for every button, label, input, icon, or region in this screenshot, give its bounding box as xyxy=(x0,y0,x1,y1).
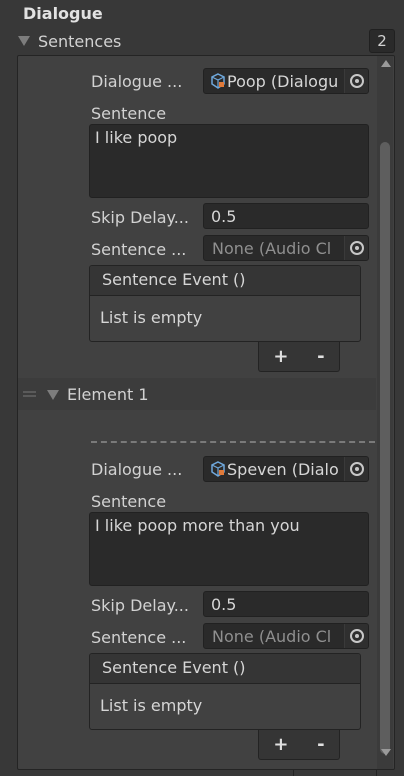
add-event-button[interactable]: + xyxy=(273,346,288,367)
sentence-event-header: Sentence Event () xyxy=(90,654,360,684)
sentence-audio-field[interactable]: None (Audio Cl xyxy=(203,623,369,649)
dialogue-object-value: Speven (Dialo xyxy=(227,459,339,479)
event-list-empty-text: List is empty xyxy=(100,308,203,327)
sentence-label: Sentence xyxy=(91,492,167,511)
add-event-button[interactable]: + xyxy=(273,734,288,755)
sentence-textarea[interactable]: I like poop xyxy=(89,124,369,198)
dialogue-field-label: Dialogue ... xyxy=(91,460,183,479)
sentence-label: Sentence xyxy=(91,104,167,123)
dialogue-object-field[interactable]: Speven (Dialo xyxy=(203,456,369,482)
foldout-triangle-icon[interactable] xyxy=(47,390,59,400)
object-picker-button[interactable] xyxy=(344,69,368,93)
event-list-empty-text: List is empty xyxy=(100,696,203,715)
sentence-event-box: Sentence Event () List is empty xyxy=(89,653,361,730)
event-add-remove-bar: + - xyxy=(258,342,340,372)
sentence-audio-value: None (Audio Cl xyxy=(212,626,332,646)
element-1-label: Element 1 xyxy=(67,385,149,404)
list-footer-edge xyxy=(293,770,377,776)
sentence-audio-value: None (Audio Cl xyxy=(212,238,332,258)
scroll-up-arrow-icon[interactable] xyxy=(381,60,391,67)
object-picker-icon xyxy=(349,629,364,643)
dialogue-field-label: Dialogue ... xyxy=(91,72,183,91)
remove-event-button[interactable]: - xyxy=(317,734,324,755)
scrollbar-thumb[interactable] xyxy=(380,142,390,754)
sentence-audio-label: Sentence ... xyxy=(91,240,187,259)
sentence-audio-label: Sentence ... xyxy=(91,628,187,647)
vertical-scrollbar[interactable] xyxy=(377,56,393,769)
scriptable-object-icon xyxy=(209,461,227,477)
skip-delay-label: Skip Delay... xyxy=(91,208,189,227)
object-picker-icon xyxy=(349,241,364,255)
sentences-label: Sentences xyxy=(38,31,122,51)
object-picker-button[interactable] xyxy=(344,457,368,481)
sentences-foldout[interactable]: Sentences xyxy=(18,30,121,52)
array-size-field[interactable]: 2 xyxy=(369,29,395,53)
element-1-header[interactable]: Element 1 xyxy=(18,378,376,410)
dialogue-object-value: Poop (Dialogu xyxy=(227,71,339,91)
sentence-event-header: Sentence Event () xyxy=(90,266,360,296)
separator-line xyxy=(91,441,375,443)
sentence-event-box: Sentence Event () List is empty xyxy=(89,265,361,342)
scroll-down-arrow-icon[interactable] xyxy=(381,749,391,756)
drag-handle-icon[interactable] xyxy=(23,391,36,397)
object-picker-icon xyxy=(349,462,364,476)
dialogue-object-field[interactable]: Poop (Dialogu xyxy=(203,68,369,94)
skip-delay-field[interactable]: 0.5 xyxy=(203,591,369,617)
event-add-remove-bar: + - xyxy=(258,730,340,760)
sentence-audio-field[interactable]: None (Audio Cl xyxy=(203,235,369,261)
skip-delay-label: Skip Delay... xyxy=(91,596,189,615)
object-picker-button[interactable] xyxy=(344,236,368,260)
component-title: Dialogue xyxy=(23,4,103,23)
sentence-textarea[interactable]: I like poop more than you xyxy=(89,512,369,586)
object-picker-button[interactable] xyxy=(344,624,368,648)
object-picker-icon xyxy=(349,74,364,88)
remove-event-button[interactable]: - xyxy=(317,346,324,367)
foldout-triangle-icon[interactable] xyxy=(18,36,30,46)
scriptable-object-icon xyxy=(209,73,227,89)
skip-delay-field[interactable]: 0.5 xyxy=(203,203,369,229)
